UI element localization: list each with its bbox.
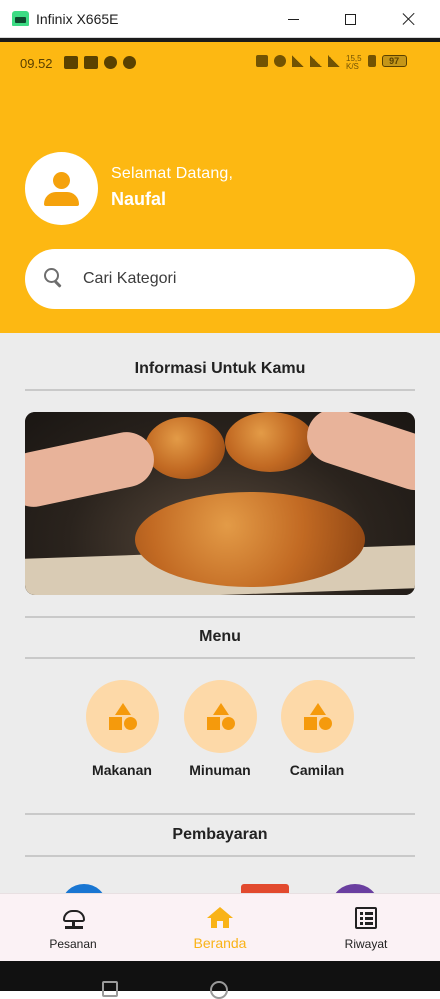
youtube-notification-icon (84, 56, 98, 69)
menu-section-title: Menu (199, 628, 241, 645)
nav-label-beranda: Beranda (193, 935, 247, 951)
fried-chicken-piece-2 (225, 412, 315, 472)
nav-item-riwayat[interactable]: Riwayat (311, 894, 421, 962)
home-content[interactable]: Informasi Untuk Kamu Menu Makanan Minuma… (0, 333, 440, 893)
gallery-notification-icon (64, 56, 78, 69)
category-shapes-icon (304, 703, 332, 731)
divider (25, 616, 415, 618)
maximize-button[interactable] (333, 6, 367, 32)
search-bar[interactable] (25, 249, 415, 309)
battery-indicator: 97 (381, 55, 407, 67)
nav-label-riwayat: Riwayat (344, 937, 388, 951)
window-title-bar: Infinix X665E (0, 0, 440, 38)
wifi-icon (292, 55, 304, 67)
divider (25, 855, 415, 857)
close-button[interactable] (392, 6, 426, 32)
category-menu: Makanan Minuman Camilan (0, 680, 440, 780)
avatar[interactable] (25, 152, 98, 225)
divider (25, 389, 415, 391)
list-icon (355, 907, 377, 929)
payment-method-icon-3[interactable] (332, 884, 378, 893)
network-speed: 15,5 K/S (346, 55, 362, 71)
notification-icons (64, 56, 136, 69)
home-icon (207, 907, 233, 929)
s-notification-icon (123, 56, 136, 69)
signal-icon-2 (328, 55, 340, 67)
status-time: 09.52 (20, 56, 53, 71)
minimize-button[interactable] (276, 6, 310, 32)
tiktok-notification-icon (104, 56, 117, 69)
category-minuman[interactable]: Minuman (175, 680, 265, 780)
payment-section-title: Pembayaran (172, 826, 268, 843)
category-camilan[interactable]: Camilan (272, 680, 362, 780)
system-home-icon[interactable] (210, 981, 228, 999)
close-icon (402, 12, 416, 26)
category-label: Minuman (189, 762, 251, 778)
person-icon (53, 172, 70, 189)
person-icon-body (44, 192, 79, 206)
greeting-text: Selamat Datang, (111, 165, 234, 182)
bottom-navigation: Pesanan Beranda Riwayat (0, 893, 440, 961)
alarm-icon (274, 55, 286, 67)
divider (25, 813, 415, 815)
divider (25, 657, 415, 659)
android-app-icon (12, 11, 29, 26)
category-makanan[interactable]: Makanan (77, 680, 167, 780)
nav-item-pesanan[interactable]: Pesanan (18, 894, 128, 962)
category-circle (86, 680, 159, 753)
food-tray-icon (62, 908, 86, 929)
category-circle (184, 680, 257, 753)
network-speed-unit: K/S (346, 62, 359, 71)
vibrate-icon (256, 55, 268, 67)
home-header: 09.52 15,5 K/S 97 Selamat Datang, Naufal (0, 42, 440, 333)
fried-chicken-image (135, 492, 365, 587)
promo-banner[interactable] (25, 412, 415, 595)
search-input[interactable] (83, 249, 403, 309)
category-label: Makanan (92, 762, 152, 778)
payment-method-icon-2[interactable] (241, 884, 289, 893)
category-shapes-icon (109, 703, 137, 731)
signal-icon (310, 55, 322, 67)
nav-item-beranda[interactable]: Beranda (165, 894, 275, 962)
category-label: Camilan (289, 762, 345, 778)
fried-chicken-piece (145, 417, 225, 479)
system-status-icons: 15,5 K/S 97 (256, 55, 407, 71)
charging-icon (367, 55, 376, 67)
username: Naufal (111, 189, 167, 209)
system-navigation-bar (0, 961, 440, 999)
minimize-icon (287, 18, 299, 20)
recent-apps-icon[interactable] (102, 981, 118, 997)
info-section-title: Informasi Untuk Kamu (134, 360, 306, 377)
nav-label-pesanan: Pesanan (49, 937, 97, 951)
category-circle (281, 680, 354, 753)
window-title: Infinix X665E (36, 11, 119, 27)
category-shapes-icon (207, 703, 235, 731)
payment-method-icon[interactable] (62, 884, 106, 893)
search-icon (44, 268, 62, 286)
maximize-icon (344, 13, 356, 25)
